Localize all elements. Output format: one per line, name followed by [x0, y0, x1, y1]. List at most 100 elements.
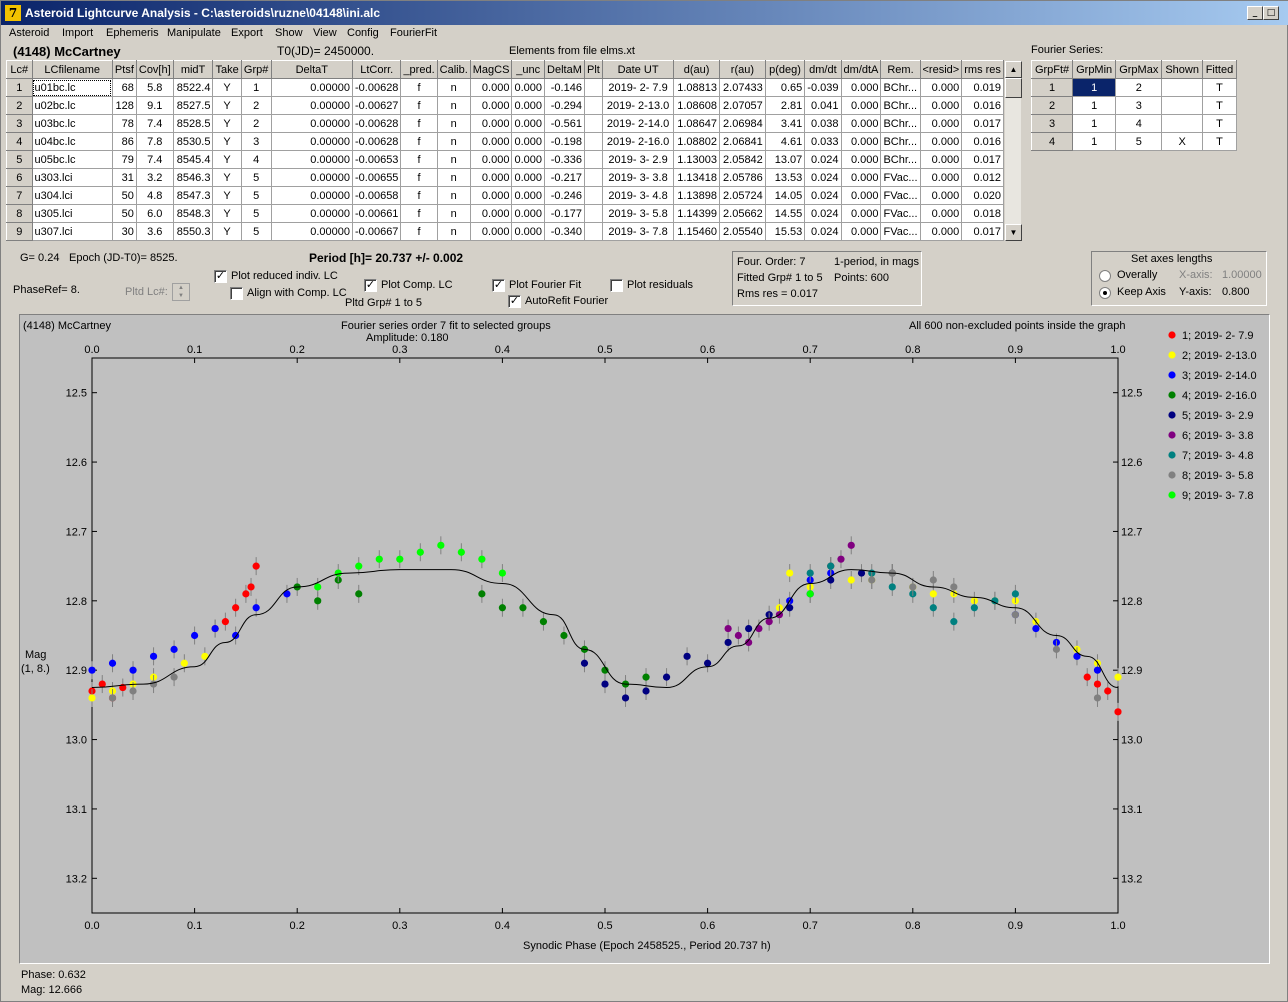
table-cell[interactable]: 4.61	[764, 132, 806, 151]
lc-col-header[interactable]: Rem.	[880, 60, 921, 79]
table-cell[interactable]: 7.4	[135, 114, 174, 133]
table-cell[interactable]: 5	[240, 204, 272, 223]
fourier-col-header[interactable]: Shown	[1161, 60, 1203, 79]
table-cell[interactable]: BChr...	[880, 96, 921, 115]
table-cell[interactable]: Y	[212, 186, 242, 205]
table-cell[interactable]: -0.217	[543, 168, 585, 187]
table-cell[interactable]: 0.00000	[270, 78, 354, 97]
table-row[interactable]: 415XT	[1030, 132, 1238, 151]
table-cell[interactable]: 86	[111, 132, 137, 151]
table-cell[interactable]: 0.000	[511, 204, 545, 223]
lc-col-header[interactable]: _pred.	[400, 60, 438, 79]
table-cell[interactable]: 0.024	[804, 204, 842, 223]
table-cell[interactable]: 0.000	[469, 96, 513, 115]
table-cell[interactable]: -0.00627	[351, 96, 402, 115]
table-cell[interactable]: 0.000	[511, 78, 545, 97]
table-cell[interactable]: f	[400, 78, 438, 97]
menu-config[interactable]: Config	[347, 27, 379, 39]
table-cell[interactable]: 8545.4	[172, 150, 214, 169]
lc-col-header[interactable]: DeltaM	[543, 60, 585, 79]
table-cell[interactable]: 78	[111, 114, 137, 133]
table-cell[interactable]: Y	[212, 96, 242, 115]
table-cell[interactable]: 8550.3	[172, 222, 214, 241]
table-cell[interactable]: 1.15460	[673, 222, 720, 241]
table-cell[interactable]: u305.lci	[31, 204, 113, 223]
table-cell[interactable]: -0.340	[543, 222, 585, 241]
table-cell[interactable]: FVac...	[880, 168, 921, 187]
table-cell[interactable]: 1	[1030, 78, 1074, 97]
table-cell[interactable]: 0.000	[919, 114, 963, 133]
table-row[interactable]: 8 u305.lci 50 6.0 8548.3 Y 5 0.00000 -0.00661 f n 0…	[6, 204, 1004, 223]
table-cell[interactable]: 2019- 3- 3.8	[601, 168, 675, 187]
minimize-button[interactable]: _	[1247, 6, 1263, 20]
table-cell[interactable]: 3	[1115, 96, 1163, 115]
table-cell[interactable]: 1.14399	[673, 204, 720, 223]
table-cell[interactable]: -0.00628	[351, 78, 402, 97]
table-cell[interactable]: -0.039	[804, 78, 842, 97]
table-cell[interactable]: 0.000	[840, 96, 882, 115]
table-cell[interactable]: 15.53	[764, 222, 806, 241]
table-cell[interactable]: 2019- 3- 7.8	[601, 222, 675, 241]
pltd-lc-spinner[interactable]: ▲ ▼	[172, 283, 190, 301]
table-cell[interactable]: 1	[1072, 96, 1117, 115]
table-cell[interactable]: 2019- 3- 4.8	[601, 186, 675, 205]
table-row[interactable]: 1 u01bc.lc 68 5.8 8522.4 Y 1 0.00000 -0.00628 f n 0…	[6, 78, 1004, 97]
table-cell[interactable]: 0.016	[961, 96, 1004, 115]
table-cell[interactable]	[583, 132, 603, 151]
menu-asteroid[interactable]: Asteroid	[9, 27, 49, 39]
table-cell[interactable]: 50	[111, 186, 137, 205]
fourier-col-header[interactable]: GrpMin	[1072, 60, 1117, 79]
table-cell[interactable]: T	[1201, 114, 1238, 133]
table-cell[interactable]: -0.00628	[351, 114, 402, 133]
table-cell[interactable]: 2.81	[764, 96, 806, 115]
fourier-groups-table[interactable]: GrpFt# GrpMin GrpMax Shown Fitted 112T213T31…	[1030, 60, 1238, 151]
table-cell[interactable]: 0.00000	[270, 96, 354, 115]
table-cell[interactable]: 0.033	[804, 132, 842, 151]
table-cell[interactable]: 2019- 2-14.0	[601, 114, 675, 133]
table-cell[interactable]: 0.000	[511, 222, 545, 241]
lc-col-header[interactable]: LCfilename	[31, 60, 113, 79]
table-cell[interactable]: 31	[111, 168, 137, 187]
table-cell[interactable]: 0.000	[919, 78, 963, 97]
table-cell[interactable]: -0.00628	[351, 132, 402, 151]
lc-col-header[interactable]: <resid>	[919, 60, 963, 79]
lc-col-header[interactable]: Lc#	[6, 60, 33, 79]
table-cell[interactable]: 8527.5	[172, 96, 214, 115]
table-cell[interactable]	[583, 186, 603, 205]
table-cell[interactable]: 0.019	[961, 78, 1004, 97]
table-cell[interactable]: 0.000	[919, 168, 963, 187]
table-cell[interactable]: 1.08813	[673, 78, 720, 97]
table-cell[interactable]	[1161, 96, 1203, 115]
table-cell[interactable]: 2.05662	[719, 204, 766, 223]
table-cell[interactable]: f	[400, 114, 438, 133]
lc-col-header[interactable]: dm/dtA	[840, 60, 882, 79]
table-cell[interactable]: f	[400, 96, 438, 115]
table-cell[interactable]: T	[1201, 96, 1238, 115]
table-cell[interactable]: 68	[111, 78, 137, 97]
table-cell[interactable]: 0.000	[511, 114, 545, 133]
table-cell[interactable]: 0.000	[469, 150, 513, 169]
table-cell[interactable]	[583, 114, 603, 133]
lc-col-header[interactable]: Calib.	[436, 60, 471, 79]
table-row[interactable]: 112T	[1030, 78, 1238, 97]
menu-ephemeris[interactable]: Ephemeris	[106, 27, 159, 39]
table-cell[interactable]: 1	[6, 78, 33, 97]
table-cell[interactable]: -0.561	[543, 114, 585, 133]
table-cell[interactable]: 0.024	[804, 168, 842, 187]
table-cell[interactable]: 1.13898	[673, 186, 720, 205]
table-cell[interactable]: f	[400, 222, 438, 241]
lc-col-header[interactable]: d(au)	[673, 60, 720, 79]
table-cell[interactable]: Y	[212, 150, 242, 169]
lc-col-header[interactable]: Date UT	[601, 60, 675, 79]
table-cell[interactable]: Y	[212, 222, 242, 241]
overally-radio[interactable]	[1099, 270, 1111, 282]
table-cell[interactable]: -0.00661	[351, 204, 402, 223]
table-cell[interactable]: 0.00000	[270, 150, 354, 169]
table-cell[interactable]: 8530.5	[172, 132, 214, 151]
table-cell[interactable]: n	[436, 96, 471, 115]
table-cell[interactable]: 0.038	[804, 114, 842, 133]
table-cell[interactable]: 0.012	[961, 168, 1004, 187]
scroll-up-icon[interactable]: ▲	[1005, 61, 1022, 78]
table-cell[interactable]: 0.000	[919, 150, 963, 169]
table-cell[interactable]: 8547.3	[172, 186, 214, 205]
